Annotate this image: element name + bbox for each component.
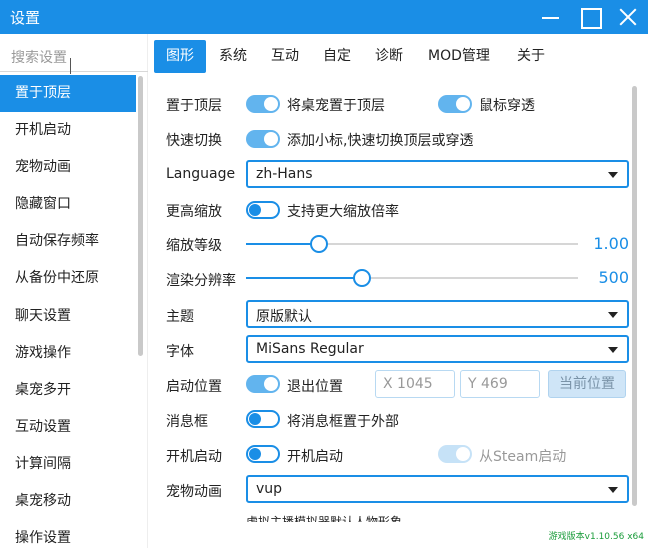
mouse-through-toggle[interactable] [438, 95, 472, 113]
chevron-down-icon [608, 172, 618, 178]
language-select[interactable]: zh-Hans [246, 160, 629, 188]
sidebar-item-multi[interactable]: 桌宠多开 [0, 372, 136, 409]
tab-custom[interactable]: 自定 [314, 40, 360, 73]
text-cursor [70, 58, 71, 74]
pet-animation-description-clip: 虚拟主播模拟器默认人物形象 [246, 512, 546, 522]
sidebar-nav: 置于顶层 开机启动 宠物动画 隐藏窗口 自动保存频率 从备份中还原 聊天设置 游… [0, 75, 136, 548]
tab-graphics[interactable]: 图形 [154, 40, 206, 73]
maximize-icon[interactable] [577, 4, 603, 30]
tab-system[interactable]: 系统 [210, 40, 256, 73]
language-value: zh-Hans [256, 166, 313, 182]
sidebar-scrollbar[interactable] [138, 76, 143, 356]
chevron-down-icon [608, 487, 618, 493]
render-resolution-label: 渲染分辨率 [166, 273, 236, 289]
chevron-down-icon [608, 347, 618, 353]
sidebar-item-restore[interactable]: 从备份中还原 [0, 260, 136, 297]
font-label: 字体 [166, 344, 194, 360]
zoom-level-value: 1.00 [593, 234, 629, 253]
tab-interaction[interactable]: 互动 [262, 40, 308, 73]
current-position-button[interactable]: 当前位置 [548, 370, 626, 398]
sidebar-item-chat[interactable]: 聊天设置 [0, 298, 136, 335]
search-input[interactable]: 搜索设置 [0, 38, 148, 72]
theme-select[interactable]: 原版默认 [246, 300, 629, 328]
start-x-input[interactable]: X 1045 [375, 370, 455, 398]
pet-animation-select[interactable]: vup [246, 475, 629, 503]
pet-animation-label: 宠物动画 [166, 484, 222, 500]
font-select[interactable]: MiSans Regular [246, 335, 629, 363]
message-box-text: 将消息框置于外部 [287, 414, 399, 430]
steam-start-toggle[interactable] [438, 445, 472, 463]
message-box-label: 消息框 [166, 414, 208, 430]
autostart-label: 开机启动 [166, 449, 222, 465]
slider-fill [246, 243, 320, 245]
sidebar-item-topmost[interactable]: 置于顶层 [0, 75, 136, 113]
render-resolution-slider[interactable] [246, 268, 578, 288]
minimize-icon[interactable] [538, 4, 564, 30]
sidebar: 搜索设置 置于顶层 开机启动 宠物动画 隐藏窗口 自动保存频率 从备份中还原 聊… [0, 34, 148, 548]
slider-fill [246, 277, 363, 279]
topmost-toggle[interactable] [246, 95, 280, 113]
larger-zoom-label: 更高缩放 [166, 204, 222, 220]
version-label: 游戏版本v1.10.56 x64 [548, 532, 644, 542]
chevron-down-icon [608, 312, 618, 318]
tab-mod-manager[interactable]: MOD管理 [418, 40, 500, 73]
panel-scrollbar[interactable] [632, 86, 637, 506]
quick-switch-text: 添加小标,快速切换顶层或穿透 [287, 133, 474, 149]
start-y-input[interactable]: Y 469 [460, 370, 540, 398]
title-bar: 设置 [0, 0, 648, 34]
zoom-level-slider[interactable] [246, 234, 578, 254]
sidebar-item-interval[interactable]: 计算间隔 [0, 446, 136, 483]
theme-label: 主题 [166, 309, 194, 325]
autostart-toggle[interactable] [246, 445, 280, 463]
font-value: MiSans Regular [256, 341, 364, 357]
close-icon[interactable] [615, 4, 641, 30]
topmost-text: 将桌宠置于顶层 [287, 98, 385, 114]
tab-diagnostics[interactable]: 诊断 [366, 40, 412, 73]
pet-animation-value: vup [256, 481, 283, 497]
pet-animation-description: 虚拟主播模拟器默认人物形象 [246, 515, 403, 522]
sidebar-item-move[interactable]: 桌宠移动 [0, 483, 136, 520]
larger-zoom-text: 支持更大缩放倍率 [287, 204, 399, 220]
window-title: 设置 [10, 9, 41, 27]
mouse-through-text: 鼠标穿透 [479, 98, 535, 114]
language-label: Language [166, 166, 236, 182]
zoom-level-label: 缩放等级 [166, 238, 222, 254]
sidebar-item-game-ops[interactable]: 游戏操作 [0, 335, 136, 372]
sidebar-item-autostart[interactable]: 开机启动 [0, 112, 136, 149]
render-resolution-value: 500 [598, 268, 629, 287]
slider-thumb[interactable] [310, 235, 329, 253]
quick-switch-toggle[interactable] [246, 130, 280, 148]
quick-switch-label: 快速切换 [166, 133, 222, 149]
larger-zoom-toggle[interactable] [246, 201, 280, 219]
sidebar-item-interaction[interactable]: 互动设置 [0, 409, 136, 446]
slider-thumb[interactable] [353, 269, 372, 287]
message-box-toggle[interactable] [246, 410, 280, 428]
steam-start-text: 从Steam启动 [479, 449, 567, 465]
sidebar-item-autosave[interactable]: 自动保存频率 [0, 223, 136, 260]
topmost-label: 置于顶层 [166, 98, 222, 114]
sidebar-item-pet-animation[interactable]: 宠物动画 [0, 149, 136, 186]
theme-value: 原版默认 [256, 309, 312, 325]
start-position-toggle[interactable] [246, 375, 280, 393]
sidebar-item-hide-window[interactable]: 隐藏窗口 [0, 186, 136, 223]
tab-about[interactable]: 关于 [508, 40, 554, 73]
sidebar-item-operation[interactable]: 操作设置 [0, 520, 136, 548]
start-position-label: 启动位置 [166, 379, 222, 395]
autostart-text: 开机启动 [287, 449, 343, 465]
start-position-text: 退出位置 [287, 379, 343, 395]
